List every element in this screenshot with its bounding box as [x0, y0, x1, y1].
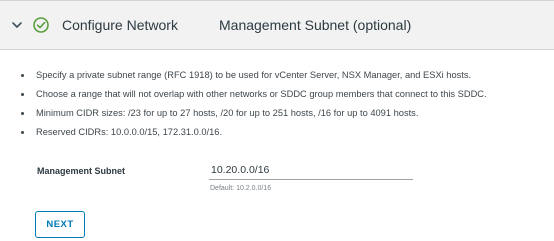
instruction-item: Choose a range that will not overlap wit…: [18, 85, 552, 104]
check-circle-icon: [32, 16, 50, 34]
management-subnet-input[interactable]: [209, 162, 413, 180]
chevron-down-icon[interactable]: [10, 18, 24, 32]
management-subnet-hint: Default: 10.2.0.0/16: [210, 185, 272, 192]
instruction-item: Minimum CIDR sizes: /23 for up to 27 hos…: [18, 104, 552, 123]
instruction-item: Specify a private subnet range (RFC 1918…: [18, 66, 552, 85]
step-title: Configure Network: [62, 17, 178, 33]
step-header[interactable]: Configure Network Management Subnet (opt…: [0, 0, 554, 50]
section-title: Management Subnet (optional): [219, 17, 412, 33]
management-subnet-label: Management Subnet: [37, 166, 126, 176]
instructions-list: Specify a private subnet range (RFC 1918…: [18, 66, 552, 142]
instruction-item: Reserved CIDRs: 10.0.0.0/15, 172.31.0.0/…: [18, 123, 552, 142]
next-button[interactable]: NEXT: [35, 211, 85, 238]
